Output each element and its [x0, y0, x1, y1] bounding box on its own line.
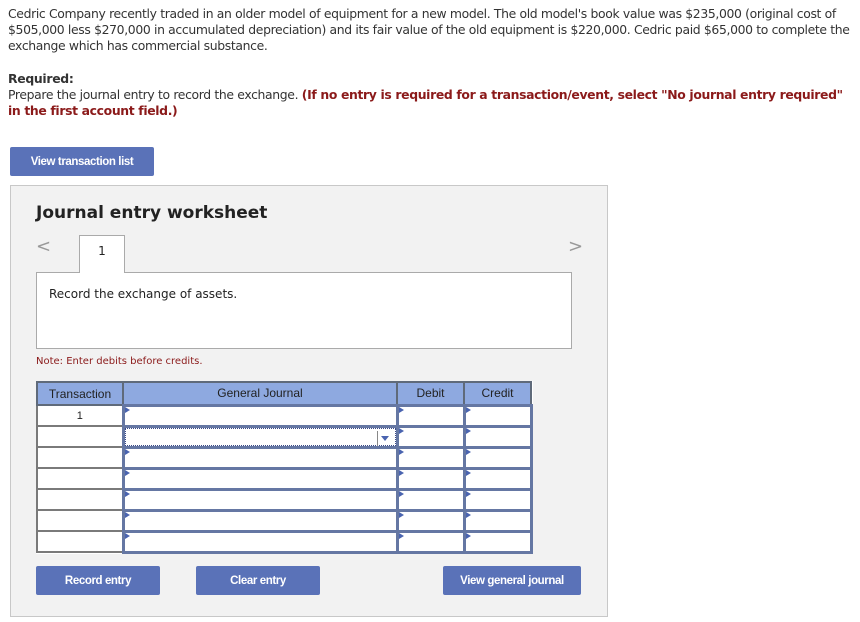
table-row [36, 445, 533, 470]
table-row [36, 529, 533, 554]
cell-marker-icon [465, 469, 471, 476]
cell-marker-icon [124, 406, 130, 413]
record-entry-button[interactable]: Record entry [36, 566, 160, 595]
debit-input[interactable] [395, 529, 466, 554]
header-transaction: Transaction [36, 381, 124, 406]
header-debit: Debit [396, 381, 465, 406]
account-select[interactable] [121, 529, 399, 554]
transaction-cell: 1 [36, 404, 124, 427]
account-select[interactable] [121, 424, 399, 449]
required-label: Required: [8, 71, 74, 86]
tab-transaction-1[interactable]: 1 [79, 235, 125, 273]
transaction-cell [36, 467, 124, 490]
debit-input[interactable] [395, 466, 466, 491]
cell-marker-icon [465, 427, 471, 434]
view-general-journal-button[interactable]: View general journal [443, 566, 581, 595]
table-header-row: Transaction General Journal Debit Credit [36, 381, 532, 406]
credit-input[interactable] [462, 466, 533, 491]
clear-entry-button[interactable]: Clear entry [196, 566, 320, 595]
note-text: Note: Enter debits before credits. [36, 356, 203, 367]
credit-input[interactable] [462, 487, 533, 512]
cell-marker-icon [398, 448, 404, 455]
cell-marker-icon [398, 427, 404, 434]
instruction-text: Prepare the journal entry to record the … [8, 87, 299, 102]
cell-marker-icon [124, 511, 130, 518]
transaction-cell [36, 425, 124, 448]
table-row [36, 424, 533, 449]
credit-input[interactable] [462, 529, 533, 554]
debit-input[interactable] [395, 424, 466, 449]
account-select[interactable] [121, 403, 399, 428]
transaction-cell [36, 488, 124, 511]
dropdown-arrow-icon[interactable] [376, 430, 393, 446]
cell-marker-icon [398, 532, 404, 539]
transaction-cell [36, 446, 124, 469]
cell-marker-icon [398, 511, 404, 518]
table-row [36, 508, 533, 533]
problem-statement: Cedric Company recently traded in an old… [8, 6, 850, 53]
debit-input[interactable] [395, 487, 466, 512]
journal-entry-worksheet: Journal entry worksheet < 1 > Record the… [10, 185, 608, 617]
cell-marker-icon [124, 532, 130, 539]
cell-marker-icon [465, 406, 471, 413]
debit-input[interactable] [395, 508, 466, 533]
credit-input[interactable] [462, 424, 533, 449]
transaction-cell [36, 530, 124, 553]
cell-marker-icon [124, 490, 130, 497]
debit-input[interactable] [395, 445, 466, 470]
cell-marker-icon [124, 469, 130, 476]
cell-marker-icon [398, 490, 404, 497]
credit-input[interactable] [462, 445, 533, 470]
account-select[interactable] [121, 445, 399, 470]
table-row [36, 466, 533, 491]
cell-marker-icon [398, 469, 404, 476]
cell-marker-icon [465, 490, 471, 497]
cell-marker-icon [465, 532, 471, 539]
account-dropdown[interactable] [124, 427, 396, 446]
cell-marker-icon [124, 448, 130, 455]
cell-marker-icon [465, 511, 471, 518]
header-credit: Credit [463, 381, 532, 406]
table-row [36, 487, 533, 512]
transaction-cell [36, 509, 124, 532]
worksheet-title: Journal entry worksheet [36, 203, 268, 223]
chevron-left-icon[interactable]: < [36, 236, 51, 257]
cell-marker-icon [398, 406, 404, 413]
transaction-description: Record the exchange of assets. [49, 287, 238, 301]
header-general-journal: General Journal [122, 381, 398, 406]
debit-input[interactable] [395, 403, 466, 428]
view-transaction-list-button[interactable]: View transaction list [10, 147, 154, 176]
journal-table: Transaction General Journal Debit Credit… [36, 381, 533, 554]
account-select[interactable] [121, 487, 399, 512]
credit-input[interactable] [462, 508, 533, 533]
transaction-description-box: Record the exchange of assets. [36, 272, 572, 349]
account-select[interactable] [121, 508, 399, 533]
instructions: Prepare the journal entry to record the … [8, 87, 858, 119]
table-row: 1 [36, 403, 533, 428]
account-select[interactable] [121, 466, 399, 491]
credit-input[interactable] [462, 403, 533, 428]
chevron-right-icon[interactable]: > [568, 236, 583, 257]
cell-marker-icon [465, 448, 471, 455]
